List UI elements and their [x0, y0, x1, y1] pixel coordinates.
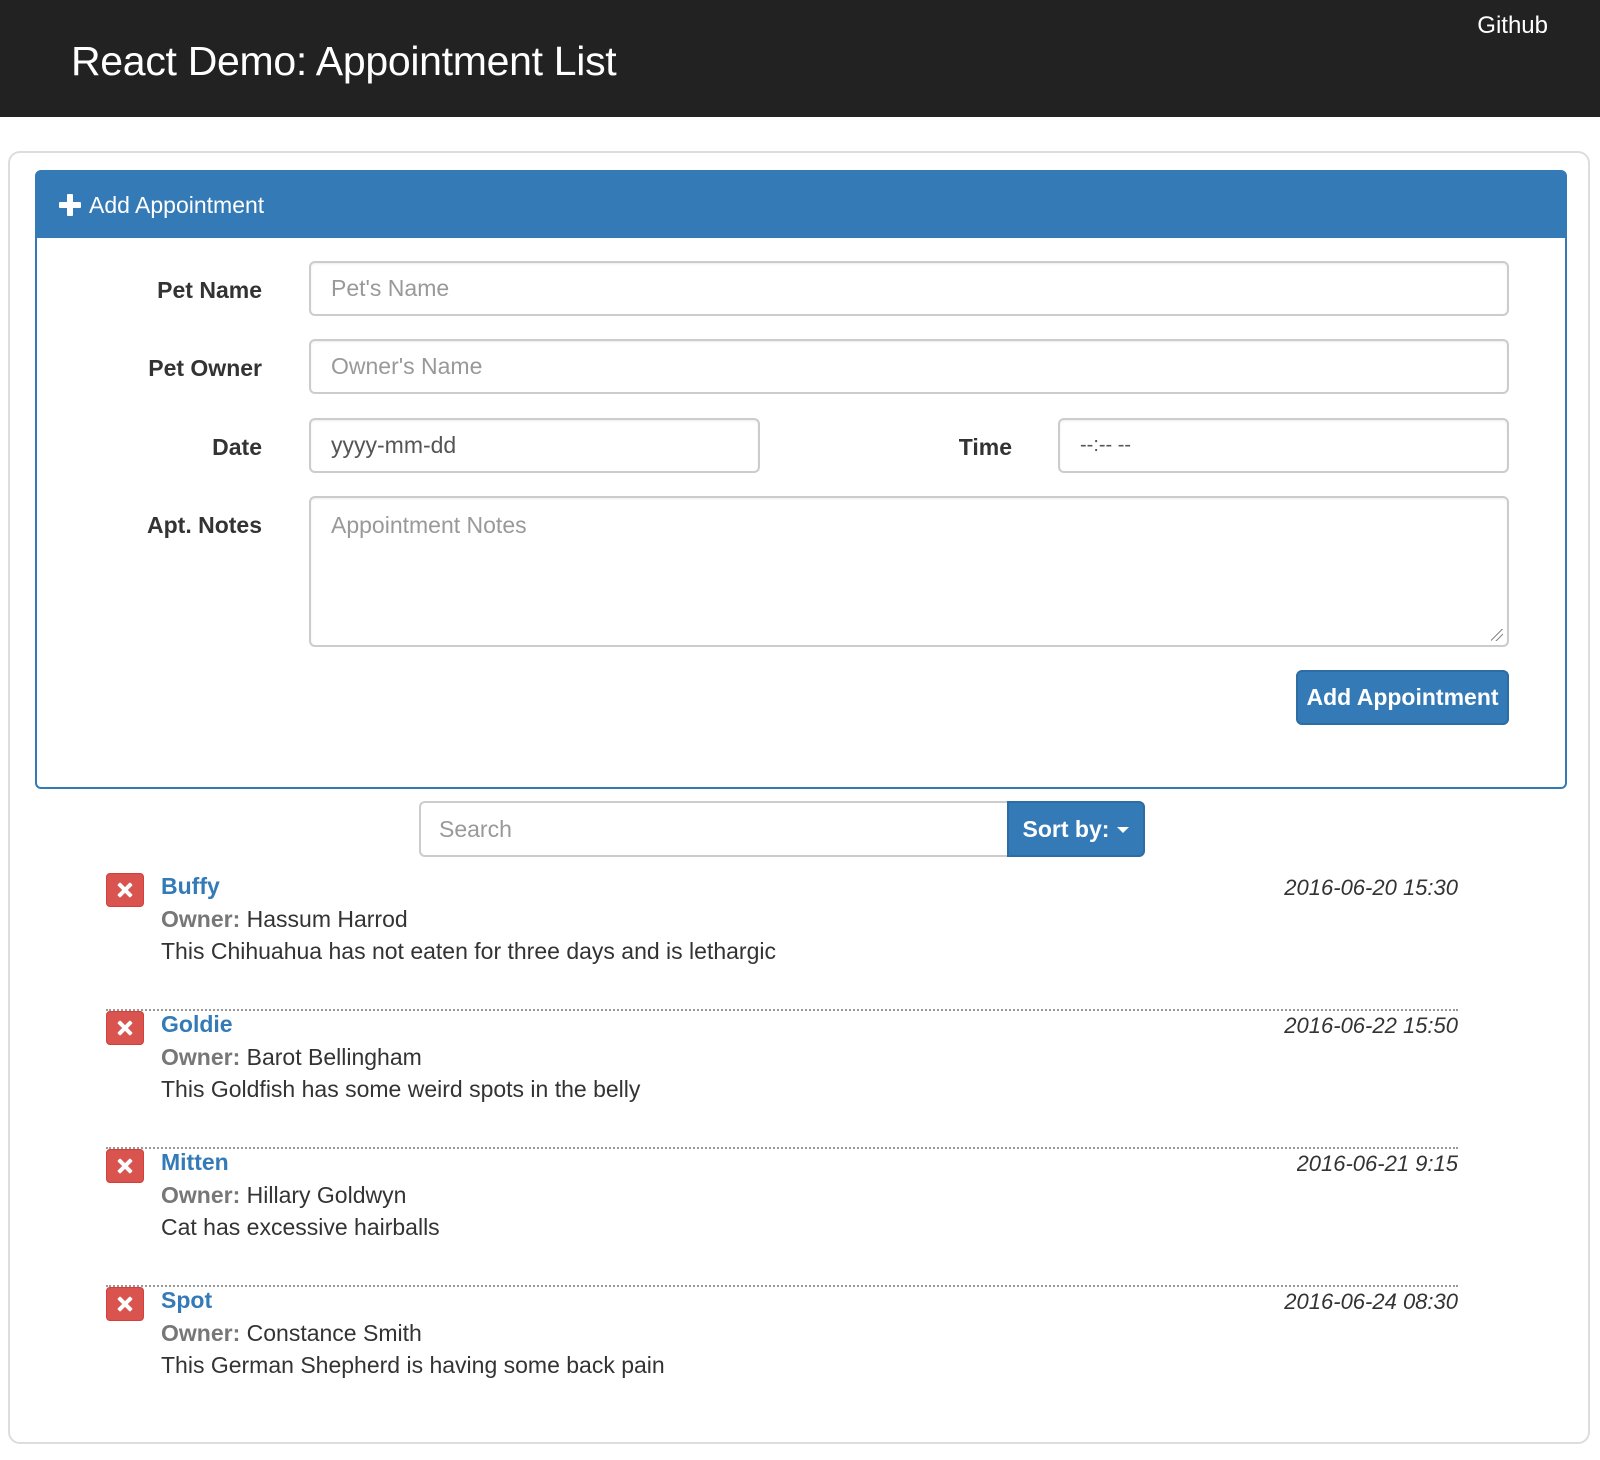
owner-line: Owner: Hassum Harrod [161, 906, 408, 933]
owner-label: Owner: [161, 1320, 241, 1346]
appointment-date: 2016-06-21 9:15 [1296, 1151, 1458, 1176]
time-input[interactable]: --:-- -- [1058, 418, 1509, 473]
owner-line: Owner: Hillary Goldwyn [161, 1182, 406, 1209]
pet-name[interactable]: Buffy [161, 873, 220, 900]
time-label: Time [958, 434, 1012, 460]
top-navbar: React Demo: Appointment List Github [0, 0, 1600, 117]
appointment-notes: This German Shepherd is having some back… [161, 1352, 665, 1378]
appointment-date: 2016-06-22 15:50 [1284, 1013, 1458, 1038]
date-input-value: yyyy-mm-dd [331, 432, 457, 458]
pet-name[interactable]: Spot [161, 1287, 212, 1314]
search-sort-group: Sort by: [419, 801, 1145, 857]
pet-name-label: Pet Name [157, 277, 262, 303]
github-link[interactable]: Github [1477, 12, 1548, 40]
owner-name: Barot Bellingham [246, 1044, 422, 1070]
time-input-value: --:-- -- [1080, 434, 1132, 456]
search-input[interactable] [419, 801, 1009, 857]
add-appointment-toggle[interactable]: Add Appointment [37, 172, 1565, 238]
plus-icon [59, 194, 81, 216]
notes-wrapper [309, 496, 1509, 647]
date-input[interactable]: yyyy-mm-dd [309, 418, 760, 473]
owner-line: Owner: Barot Bellingham [161, 1044, 422, 1071]
sort-by-button[interactable]: Sort by: [1007, 801, 1145, 857]
caret-down-icon [1117, 827, 1130, 833]
remove-icon [117, 1296, 133, 1312]
delete-appointment-button[interactable] [106, 1149, 144, 1183]
owner-name: Hassum Harrod [246, 906, 408, 932]
notes-label: Apt. Notes [147, 512, 262, 538]
add-appointment-button[interactable]: Add Appointment [1296, 670, 1509, 725]
appointment-item: Mitten 2016-06-21 9:15 Owner: Hillary Go… [106, 1149, 1458, 1287]
remove-icon [117, 1020, 133, 1036]
pet-owner-input[interactable] [309, 339, 1509, 394]
appointment-date: 2016-06-24 08:30 [1284, 1289, 1458, 1314]
delete-appointment-button[interactable] [106, 1287, 144, 1321]
date-label: Date [212, 434, 262, 460]
appointment-item: Goldie 2016-06-22 15:50 Owner: Barot Bel… [106, 1011, 1458, 1149]
appointment-date: 2016-06-20 15:30 [1284, 875, 1458, 900]
pet-name[interactable]: Mitten [161, 1149, 229, 1176]
remove-icon [117, 882, 133, 898]
appointment-notes: This Goldfish has some weird spots in th… [161, 1076, 641, 1102]
appointment-item: Spot 2016-06-24 08:30 Owner: Constance S… [106, 1287, 1458, 1425]
owner-line: Owner: Constance Smith [161, 1320, 422, 1347]
delete-appointment-button[interactable] [106, 873, 144, 907]
owner-label: Owner: [161, 1182, 241, 1208]
notes-textarea[interactable] [309, 496, 1509, 647]
appointment-item: Buffy 2016-06-20 15:30 Owner: Hassum Har… [106, 873, 1458, 1011]
delete-appointment-button[interactable] [106, 1011, 144, 1045]
panel-heading-label: Add Appointment [89, 191, 265, 218]
owner-name: Hillary Goldwyn [246, 1182, 407, 1208]
appointment-notes: This Chihuahua has not eaten for three d… [161, 938, 776, 964]
page-title: React Demo: Appointment List [71, 38, 617, 84]
owner-name: Constance Smith [246, 1320, 422, 1346]
pet-name[interactable]: Goldie [161, 1011, 233, 1038]
remove-icon [117, 1158, 133, 1174]
appointment-notes: Cat has excessive hairballs [161, 1214, 440, 1240]
resize-grip-icon[interactable] [1491, 629, 1503, 641]
add-appointment-panel: Add Appointment Pet Name Pet Owner Date … [35, 170, 1567, 789]
owner-label: Owner: [161, 1044, 241, 1070]
pet-name-input[interactable] [309, 261, 1509, 316]
owner-label: Owner: [161, 906, 241, 932]
pet-owner-label: Pet Owner [148, 355, 262, 381]
sort-by-label: Sort by: [1022, 815, 1110, 842]
